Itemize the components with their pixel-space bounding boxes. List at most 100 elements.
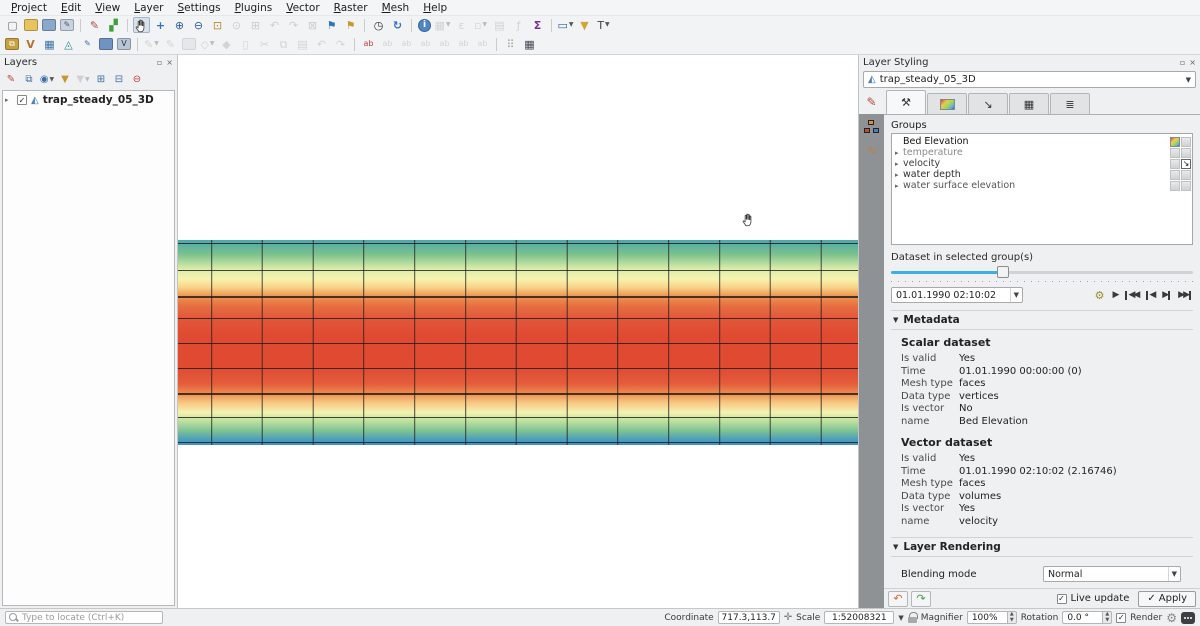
contour-toggle-icon[interactable] xyxy=(1170,137,1180,147)
vector-toggle-icon[interactable] xyxy=(1181,148,1191,158)
dataset-settings-icon[interactable]: ⚙ xyxy=(1095,290,1105,301)
show-bookmarks-icon[interactable]: ⚑ xyxy=(342,17,359,33)
add-virtual-layer-icon[interactable]: V xyxy=(117,38,131,50)
mesh-digitizing-icon[interactable]: ▦ xyxy=(521,36,538,52)
project-colors-icon[interactable]: ▞ xyxy=(105,17,122,33)
measure-icon[interactable]: ▭▼ xyxy=(557,17,574,33)
filter-legend-icon[interactable]: ▼ xyxy=(57,73,73,88)
locator-search-input[interactable]: Type to locate (Ctrl+K) xyxy=(5,611,163,624)
expand-icon[interactable]: ▸ xyxy=(895,149,903,157)
coordinate-input[interactable]: 717.3,113.7 xyxy=(718,611,780,624)
menu-help[interactable]: Help xyxy=(416,2,454,14)
play-icon[interactable]: ▶ xyxy=(1113,291,1118,300)
menu-edit[interactable]: Edit xyxy=(54,2,88,14)
menu-raster[interactable]: Raster xyxy=(327,2,375,14)
elevation-strip-icon[interactable]: ∿ xyxy=(859,138,884,162)
add-postgis-layer-icon[interactable] xyxy=(99,38,113,50)
zoom-in-icon[interactable]: ⊕ xyxy=(171,17,188,33)
close-panel-icon[interactable]: × xyxy=(1189,59,1196,67)
menu-project[interactable]: Project xyxy=(4,2,54,14)
menu-mesh[interactable]: Mesh xyxy=(375,2,417,14)
save-project-as-icon[interactable]: ✎ xyxy=(60,19,74,31)
open-layer-styling-icon[interactable]: ✎ xyxy=(3,73,19,88)
messages-icon[interactable] xyxy=(1181,612,1195,624)
expand-icon[interactable]: ▸ xyxy=(5,96,13,104)
apply-button[interactable]: ✓ Apply xyxy=(1138,591,1196,607)
dataset-time-combo[interactable]: 01.01.1990 02:10:02 ▼ xyxy=(891,287,1023,303)
scale-combo[interactable]: 1:52008321 xyxy=(824,611,894,624)
spinner-arrows[interactable]: ▲▼ xyxy=(1102,611,1112,624)
rotation-spinner[interactable]: 0.0 ° ▲▼ xyxy=(1062,611,1112,624)
vector-toggle-icon[interactable] xyxy=(1181,181,1191,191)
rotation-value[interactable]: 0.0 ° xyxy=(1062,611,1102,624)
map-canvas[interactable] xyxy=(178,55,858,608)
menu-vector[interactable]: Vector xyxy=(279,2,326,14)
magnifier-value[interactable]: 100% xyxy=(967,611,1007,624)
tab-symbology[interactable]: ⚒ xyxy=(886,90,926,114)
tab-vectors[interactable]: ↘ xyxy=(968,93,1008,114)
menu-layer[interactable]: Layer xyxy=(127,2,170,14)
collapse-all-icon[interactable]: ⊟ xyxy=(111,73,127,88)
tab-averaging[interactable]: ≣ xyxy=(1050,93,1090,114)
group-row-velocity[interactable]: ▸velocity↘ xyxy=(895,158,1191,169)
open-project-icon[interactable] xyxy=(24,19,38,31)
expand-icon[interactable]: ▸ xyxy=(895,182,903,190)
expand-icon[interactable]: ▸ xyxy=(895,171,903,179)
layer-selector[interactable]: ◭ trap_steady_05_3D ▼ xyxy=(863,71,1196,88)
float-panel-icon[interactable]: ▫ xyxy=(1180,59,1185,67)
manage-map-themes-icon[interactable]: ◉▼ xyxy=(39,73,55,88)
first-frame-icon[interactable]: ◀◀ xyxy=(1125,291,1138,300)
extents-toggle-icon[interactable]: ✛ xyxy=(784,613,792,623)
expand-all-icon[interactable]: ⊞ xyxy=(93,73,109,88)
spinner-arrows[interactable]: ▲▼ xyxy=(1007,611,1017,624)
last-frame-icon[interactable]: ▶▶ xyxy=(1178,291,1191,300)
tab-mesh-frame[interactable]: ▦ xyxy=(1009,93,1049,114)
group-row-water-surface-elevation[interactable]: ▸water surface elevation xyxy=(895,180,1191,191)
add-delimited-text-icon[interactable]: ✎ xyxy=(79,36,96,52)
menu-settings[interactable]: Settings xyxy=(171,2,228,14)
group-row-bed-elevation[interactable]: Bed Elevation xyxy=(895,136,1191,147)
new-spatial-bookmark-icon[interactable]: ⚑ xyxy=(323,17,340,33)
magnifier-spinner[interactable]: 100% ▲▼ xyxy=(967,611,1017,624)
group-row-water-depth[interactable]: ▸water depth xyxy=(895,169,1191,180)
style-manager-icon[interactable]: ✎ xyxy=(86,17,103,33)
menu-view[interactable]: View xyxy=(88,2,127,14)
style-undo-button[interactable]: ↶ xyxy=(888,591,908,607)
layer-tree-item[interactable]: ▸ ✓ ◭ trap_steady_05_3D xyxy=(5,94,172,106)
pan-map-icon[interactable] xyxy=(133,17,150,33)
identify-features-icon[interactable]: i xyxy=(418,19,431,32)
symbology-strip-icon[interactable]: ✎ xyxy=(859,90,884,114)
chevron-down-icon[interactable]: ▼ xyxy=(898,614,903,622)
close-panel-icon[interactable]: × xyxy=(166,59,173,67)
vector-toggle-icon[interactable] xyxy=(1181,170,1191,180)
refresh-map-icon[interactable]: ↻ xyxy=(389,17,406,33)
dot-grid-icon[interactable]: ⠿ xyxy=(502,36,519,52)
group-row-temperature[interactable]: ▸temperature xyxy=(895,147,1191,158)
save-project-icon[interactable] xyxy=(42,19,56,31)
prev-frame-icon[interactable]: ◀ xyxy=(1146,291,1154,300)
tab-contours[interactable] xyxy=(927,93,967,114)
temporal-controller-icon[interactable]: ◷ xyxy=(370,17,387,33)
zoom-full-extent-icon[interactable]: ⊡ xyxy=(209,17,226,33)
statistics-summary-icon[interactable]: Σ xyxy=(529,17,546,33)
contour-toggle-icon[interactable] xyxy=(1170,159,1180,169)
layer-labeling-options-icon[interactable]: ab xyxy=(360,36,377,52)
float-panel-icon[interactable]: ▫ xyxy=(157,59,162,67)
style-redo-button[interactable]: ↷ xyxy=(911,591,931,607)
new-project-icon[interactable]: ▢ xyxy=(4,17,21,33)
add-group-icon[interactable]: ⧉ xyxy=(21,73,37,88)
layer-rendering-section-header[interactable]: ▼ Layer Rendering xyxy=(891,537,1193,557)
next-frame-icon[interactable]: ▶ xyxy=(1162,291,1170,300)
menu-plugins[interactable]: Plugins xyxy=(228,2,280,14)
render-checkbox[interactable]: ✓ xyxy=(1116,613,1126,623)
data-source-manager-icon[interactable]: ⧉ xyxy=(5,38,19,50)
live-update-checkbox[interactable]: ✓ xyxy=(1057,594,1067,604)
nodes-3d-icon[interactable] xyxy=(859,114,884,138)
vector-toggle-icon[interactable]: ↘ xyxy=(1181,159,1191,169)
add-mesh-layer-icon[interactable]: ◬ xyxy=(60,36,77,52)
pan-to-selection-icon[interactable]: + xyxy=(152,17,169,33)
metadata-section-header[interactable]: ▼ Metadata xyxy=(891,310,1193,330)
contour-toggle-icon[interactable] xyxy=(1170,181,1180,191)
contour-toggle-icon[interactable] xyxy=(1170,170,1180,180)
lock-scale-icon[interactable] xyxy=(908,612,917,623)
